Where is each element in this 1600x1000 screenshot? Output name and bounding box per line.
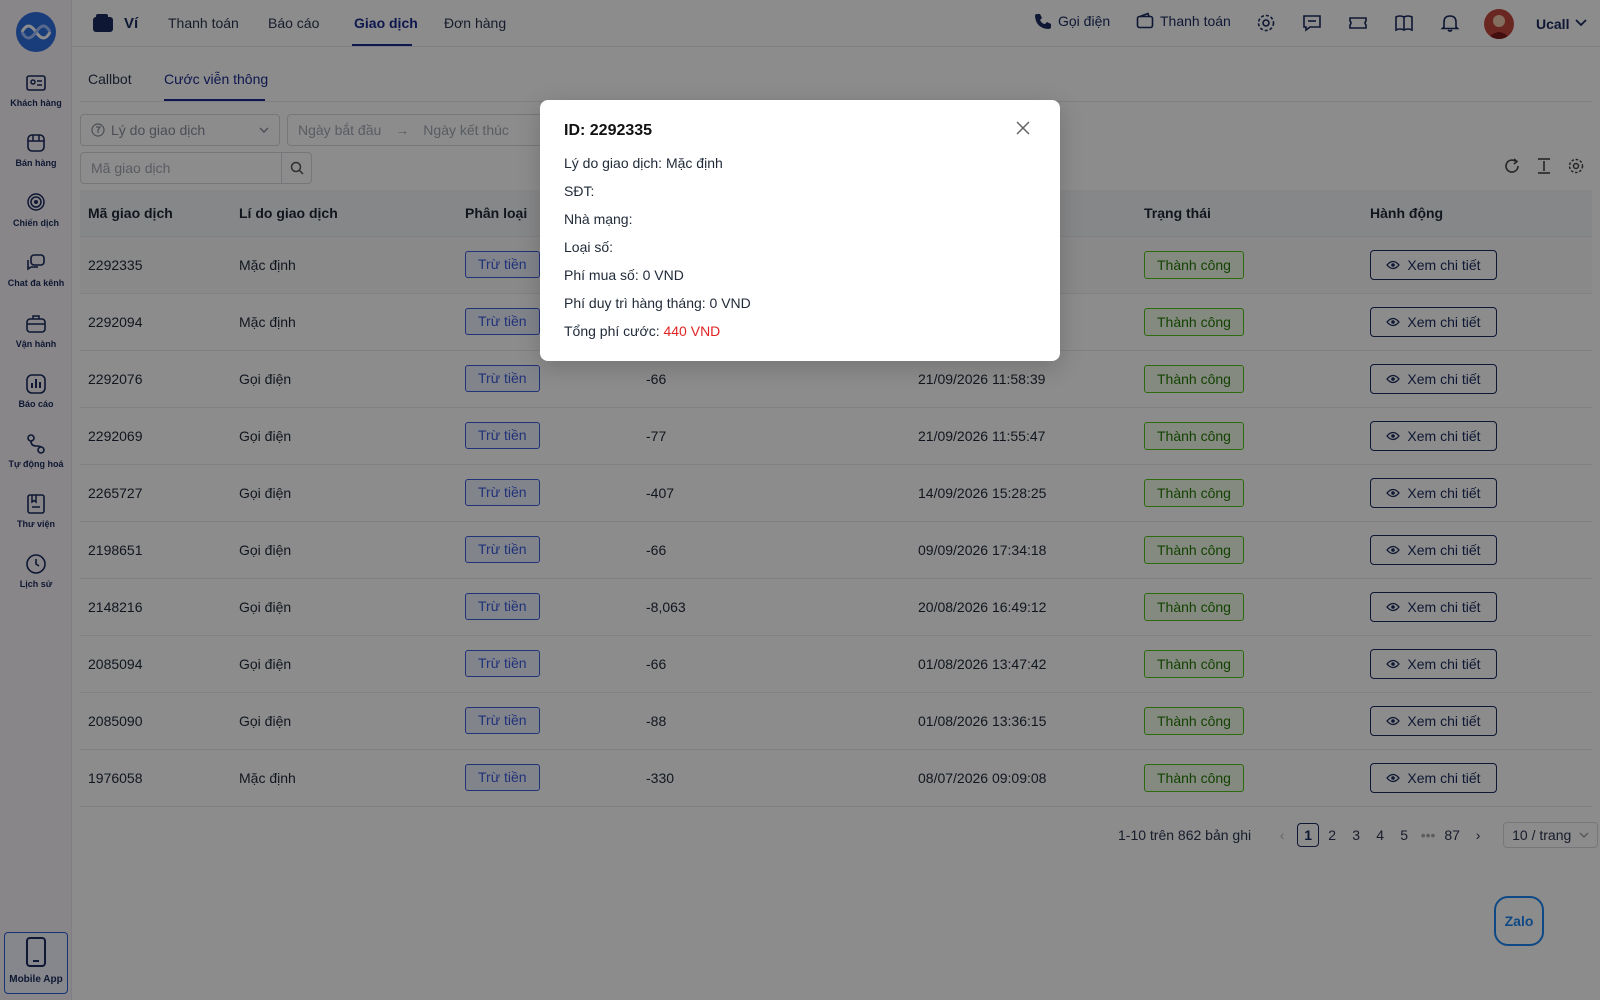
modal-monthly-fee: Phí duy trì hàng tháng: 0 VND — [564, 295, 751, 311]
modal-phone: SĐT: — [564, 183, 595, 199]
modal-total: Tổng phí cước: 440 VND — [564, 323, 720, 339]
modal-reason: Lý do giao dịch: Mặc định — [564, 155, 723, 171]
close-icon[interactable] — [1013, 118, 1033, 138]
modal-total-value: 440 VND — [663, 323, 721, 339]
modal-title: ID: 2292335 — [564, 122, 653, 139]
modal-purchase-fee: Phí mua số: 0 VND — [564, 267, 684, 283]
transaction-detail-modal: ID: 2292335 Lý do giao dịch: Mặc định SĐ… — [540, 100, 1060, 361]
modal-total-label: Tổng phí cước: — [564, 323, 660, 339]
modal-carrier: Nhà mạng: — [564, 211, 633, 227]
modal-number-type: Loại số: — [564, 239, 614, 255]
